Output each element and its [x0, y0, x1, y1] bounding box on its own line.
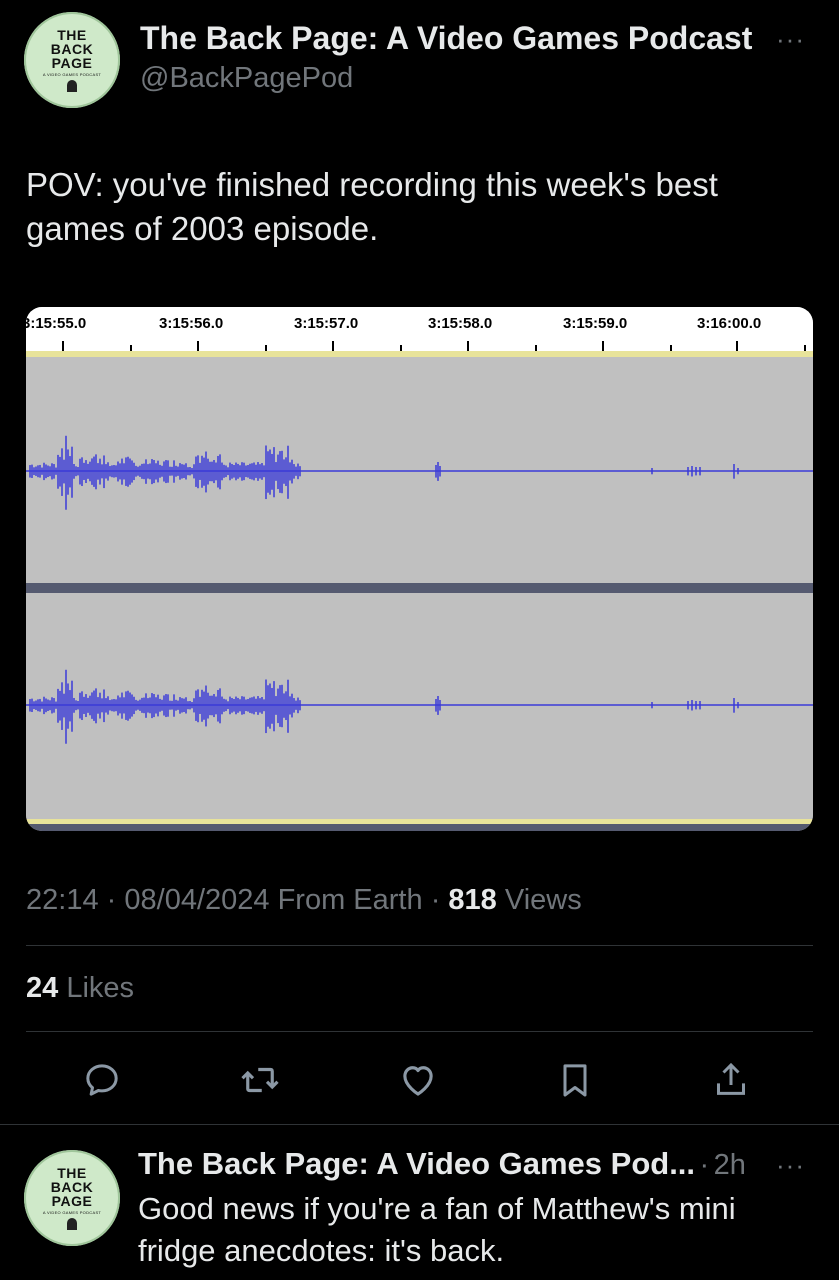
- tweet-time[interactable]: 22:14: [26, 884, 99, 916]
- ruler-label: 3:16:00.0: [697, 315, 762, 332]
- avatar[interactable]: THE BACK PAGE A VIDEO GAMES PODCAST: [24, 12, 120, 108]
- ruler-tick: [197, 341, 199, 351]
- share-icon: [717, 1062, 745, 1095]
- ruler-label: 3:15:56.0: [159, 315, 224, 332]
- likes-count: 24: [26, 972, 59, 1004]
- retweet-button[interactable]: [238, 1058, 282, 1102]
- reply-button[interactable]: [80, 1058, 124, 1102]
- ruler-label: 3:15:55.0: [26, 315, 87, 332]
- reply-header: The Back Page: A Video Games Pod... · 2h: [138, 1146, 746, 1182]
- ruler-label: 3:15:58.0: [428, 315, 493, 332]
- track-bottom-bar: [26, 824, 813, 831]
- reply-separator: ·: [699, 1149, 710, 1181]
- ruler-tick: [736, 341, 738, 351]
- like-button[interactable]: [396, 1058, 440, 1102]
- avatar-logo-back: BACK: [50, 1179, 94, 1195]
- waveform-left: [26, 435, 813, 510]
- audio-track-right[interactable]: [26, 593, 813, 819]
- ruler-label: 3:15:59.0: [563, 315, 628, 332]
- waveform-right: [26, 669, 813, 744]
- track-divider: [26, 583, 813, 593]
- retweet-icon: [241, 1067, 279, 1093]
- reply-timestamp[interactable]: 2h: [714, 1149, 746, 1181]
- bookmark-icon: [563, 1064, 587, 1097]
- divider: [26, 945, 813, 946]
- tweet-text: POV: you've finished recording this week…: [26, 166, 718, 247]
- views-label: Views: [504, 884, 582, 916]
- reply-text: Good news if you're a fan of Matthew's m…: [138, 1191, 736, 1268]
- ruler-tick: [467, 341, 469, 351]
- reply-author-name[interactable]: The Back Page: A Video Games Pod...: [138, 1146, 695, 1181]
- avatar-logo-the: THE: [57, 27, 87, 43]
- divider: [26, 1031, 813, 1032]
- ruler-label: 3:15:57.0: [294, 315, 359, 332]
- tweet-date[interactable]: 08/04/2024: [124, 884, 269, 916]
- bookmark-button[interactable]: [553, 1058, 597, 1102]
- ruler-tick: [62, 341, 64, 351]
- meta-separator: ·: [106, 884, 117, 916]
- reply-avatar[interactable]: THE BACK PAGE A VIDEO GAMES PODCAST: [24, 1150, 120, 1246]
- audio-track-left[interactable]: [26, 357, 813, 583]
- likes-stat[interactable]: 24 Likes: [26, 972, 134, 1005]
- tweet-media-image[interactable]: 3:15:55.0 3:15:56.0 3:15:57.0 3:15:58.0 …: [26, 307, 813, 831]
- door-icon: [67, 1218, 77, 1230]
- timeline-ruler: 3:15:55.0 3:15:56.0 3:15:57.0 3:15:58.0 …: [26, 307, 813, 351]
- likes-label: Likes: [66, 972, 135, 1004]
- reply-more-options-icon[interactable]: ···: [776, 1150, 805, 1181]
- author-handle[interactable]: @BackPagePod: [140, 62, 353, 95]
- like-icon: [403, 1066, 433, 1096]
- ruler-tick: [602, 341, 604, 351]
- door-icon: [67, 80, 77, 92]
- avatar-logo-page: PAGE: [51, 1193, 93, 1209]
- divider: [0, 1124, 839, 1125]
- ruler-tick: [332, 341, 334, 351]
- reply-icon: [86, 1064, 118, 1096]
- tweet-source: From Earth: [277, 884, 423, 916]
- more-options-icon[interactable]: ···: [776, 24, 805, 55]
- views-count[interactable]: 818: [448, 884, 496, 916]
- tweet-meta: 22:14 · 08/04/2024 From Earth · 818 View…: [26, 884, 582, 917]
- avatar-logo-page: PAGE: [51, 55, 93, 71]
- share-button[interactable]: [709, 1058, 753, 1102]
- avatar-logo-the: THE: [57, 1165, 87, 1181]
- meta-separator: ·: [430, 884, 441, 916]
- avatar-logo-back: BACK: [50, 41, 94, 57]
- avatar-logo-subtitle: A VIDEO GAMES PODCAST: [42, 1210, 102, 1215]
- avatar-logo-subtitle: A VIDEO GAMES PODCAST: [42, 72, 102, 77]
- author-name[interactable]: The Back Page: A Video Games Podcast: [140, 20, 752, 57]
